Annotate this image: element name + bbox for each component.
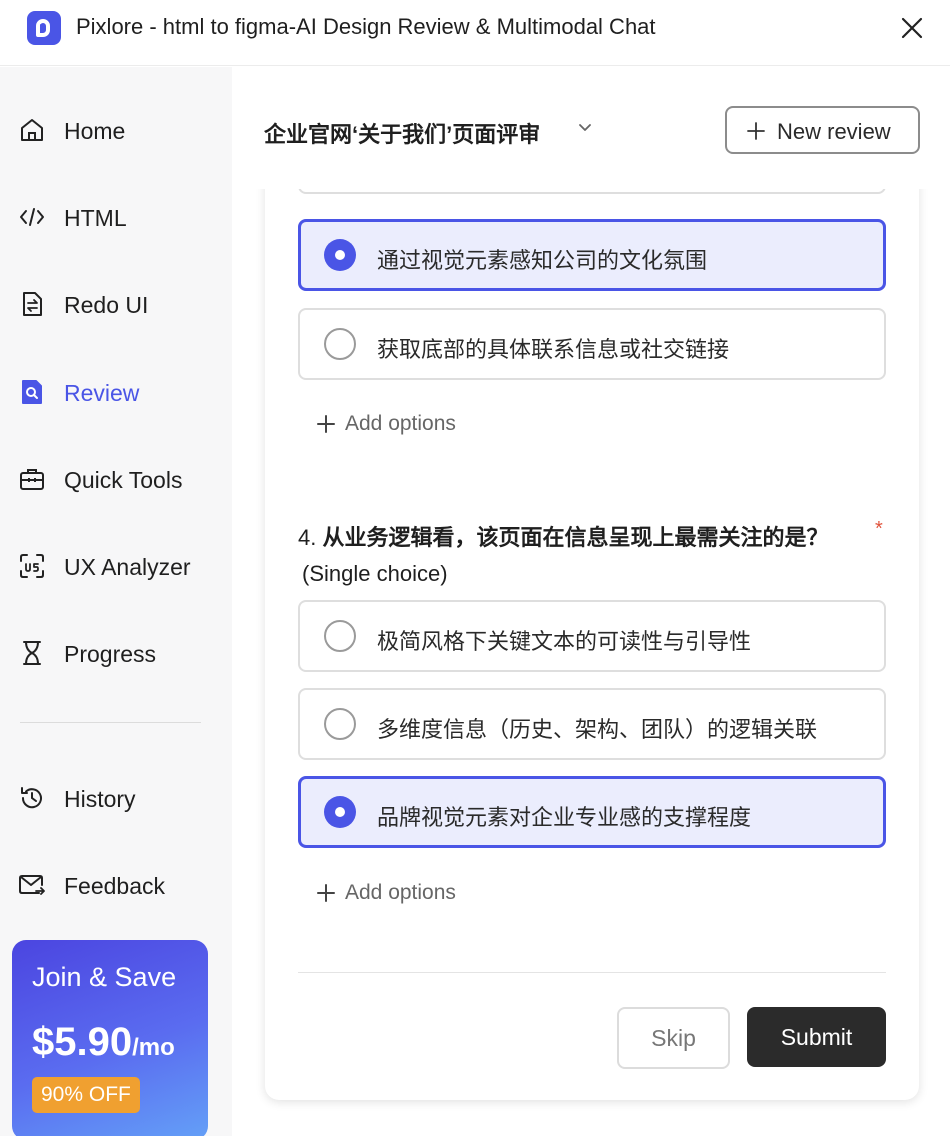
sidebar-item-ux-analyzer[interactable]: UX Analyzer bbox=[0, 542, 232, 590]
sidebar-item-label: HTML bbox=[64, 205, 127, 231]
skip-button[interactable]: Skip bbox=[617, 1007, 730, 1069]
sidebar-item-label: History bbox=[64, 786, 136, 812]
add-options-label: Add options bbox=[345, 412, 456, 435]
sidebar-item-feedback[interactable]: Feedback bbox=[0, 861, 232, 909]
radio-button bbox=[324, 620, 356, 652]
promo-price-amount: $5.90 bbox=[32, 1020, 133, 1064]
option-label: 多维度信息（历史、架构、团队）的逻辑关联 bbox=[377, 717, 818, 742]
title-bar: Pixlore - html to figma-AI Design Review… bbox=[0, 0, 950, 66]
sidebar-item-redo-ui[interactable]: Redo UI bbox=[0, 280, 232, 328]
option-partial[interactable] bbox=[298, 189, 886, 194]
new-review-label: New review bbox=[777, 119, 891, 144]
promo-title: Join & Save bbox=[32, 962, 177, 992]
option-q4-1[interactable]: 极简风格下关键文本的可读性与引导性 bbox=[298, 600, 886, 672]
required-marker: * bbox=[875, 518, 883, 540]
option-q4-2[interactable]: 多维度信息（历史、架构、团队）的逻辑关联 bbox=[298, 688, 886, 760]
question-type: (Single choice) bbox=[302, 561, 448, 586]
sidebar-item-label: Quick Tools bbox=[64, 467, 183, 493]
sidebar-item-label: UX Analyzer bbox=[64, 554, 191, 580]
new-review-button[interactable]: New review bbox=[725, 106, 920, 154]
hourglass-icon bbox=[18, 639, 46, 667]
option-label: 极简风格下关键文本的可读性与引导性 bbox=[377, 629, 752, 654]
option-label: 获取底部的具体联系信息或社交链接 bbox=[377, 337, 730, 362]
sidebar-item-html[interactable]: HTML bbox=[0, 193, 232, 241]
add-options-label: Add options bbox=[345, 881, 456, 904]
sidebar-item-label: Feedback bbox=[64, 873, 166, 899]
review-card: 通过视觉元素感知公司的文化氛围 获取底部的具体联系信息或社交链接 Add opt… bbox=[265, 189, 919, 1100]
plus-icon bbox=[315, 882, 337, 904]
sidebar-item-label: Home bbox=[64, 118, 126, 144]
sidebar-item-label: Redo UI bbox=[64, 292, 149, 318]
question-text: 从业务逻辑看，该页面在信息呈现上最需关注的是？ bbox=[322, 525, 829, 550]
question-number: 4. bbox=[298, 525, 317, 550]
option-q3-1[interactable]: 通过视觉元素感知公司的文化氛围 bbox=[298, 219, 886, 291]
option-q4-3[interactable]: 品牌视觉元素对企业专业感的支撑程度 bbox=[298, 776, 886, 848]
toolbox-icon bbox=[18, 465, 46, 493]
main-content: 企业官网‘关于我们’页面评审 New review 通过视觉元素感知公司的文化氛… bbox=[233, 67, 950, 1136]
chevron-down-icon bbox=[574, 117, 596, 139]
option-q3-2[interactable]: 获取底部的具体联系信息或社交链接 bbox=[298, 308, 886, 380]
sidebar-divider bbox=[20, 722, 201, 723]
ux-analyzer-icon bbox=[18, 552, 46, 580]
promo-card[interactable]: Join & Save $5.90/mo 90% OFF bbox=[12, 940, 208, 1136]
question-4-title: 4. 从业务逻辑看，该页面在信息呈现上最需关注的是？ (Single choic… bbox=[298, 520, 858, 592]
redo-document-icon bbox=[18, 290, 46, 318]
radio-button bbox=[324, 708, 356, 740]
pixlore-logo-icon bbox=[27, 11, 61, 45]
close-icon[interactable] bbox=[898, 14, 926, 42]
submit-button[interactable]: Submit bbox=[747, 1007, 886, 1067]
sidebar-item-quick-tools[interactable]: Quick Tools bbox=[0, 455, 232, 503]
option-label: 品牌视觉元素对企业专业感的支撑程度 bbox=[377, 805, 752, 830]
card-divider bbox=[298, 972, 886, 973]
option-label: 通过视觉元素感知公司的文化氛围 bbox=[377, 248, 708, 273]
history-icon bbox=[18, 784, 46, 812]
review-selector[interactable]: 企业官网‘关于我们’页面评审 bbox=[264, 117, 591, 149]
home-icon bbox=[18, 116, 46, 144]
sidebar-item-review[interactable]: Review bbox=[0, 368, 232, 416]
radio-button bbox=[324, 328, 356, 360]
promo-price-period: /mo bbox=[132, 1034, 175, 1061]
review-scroll-area[interactable]: 通过视觉元素感知公司的文化氛围 获取底部的具体联系信息或社交链接 Add opt… bbox=[233, 189, 950, 1136]
review-title: 企业官网‘关于我们’页面评审 bbox=[264, 122, 541, 147]
sidebar-item-label: Review bbox=[64, 380, 140, 406]
radio-button-selected bbox=[324, 239, 356, 271]
sidebar-item-history[interactable]: History bbox=[0, 774, 232, 822]
radio-button-selected bbox=[324, 796, 356, 828]
code-icon bbox=[18, 203, 46, 231]
sidebar-item-home[interactable]: Home bbox=[0, 106, 232, 154]
window-title: Pixlore - html to figma-AI Design Review… bbox=[76, 14, 656, 39]
sidebar-item-label: Progress bbox=[64, 641, 157, 667]
sidebar-item-progress[interactable]: Progress bbox=[0, 629, 232, 677]
discount-badge: 90% OFF bbox=[32, 1077, 140, 1113]
sidebar: Home HTML Redo UI Review Quick Tools UX … bbox=[0, 67, 232, 1136]
plus-icon bbox=[745, 120, 767, 142]
mail-icon bbox=[18, 871, 46, 899]
plus-icon bbox=[315, 413, 337, 435]
review-icon bbox=[18, 378, 46, 406]
promo-price: $5.90/mo bbox=[32, 1020, 175, 1065]
